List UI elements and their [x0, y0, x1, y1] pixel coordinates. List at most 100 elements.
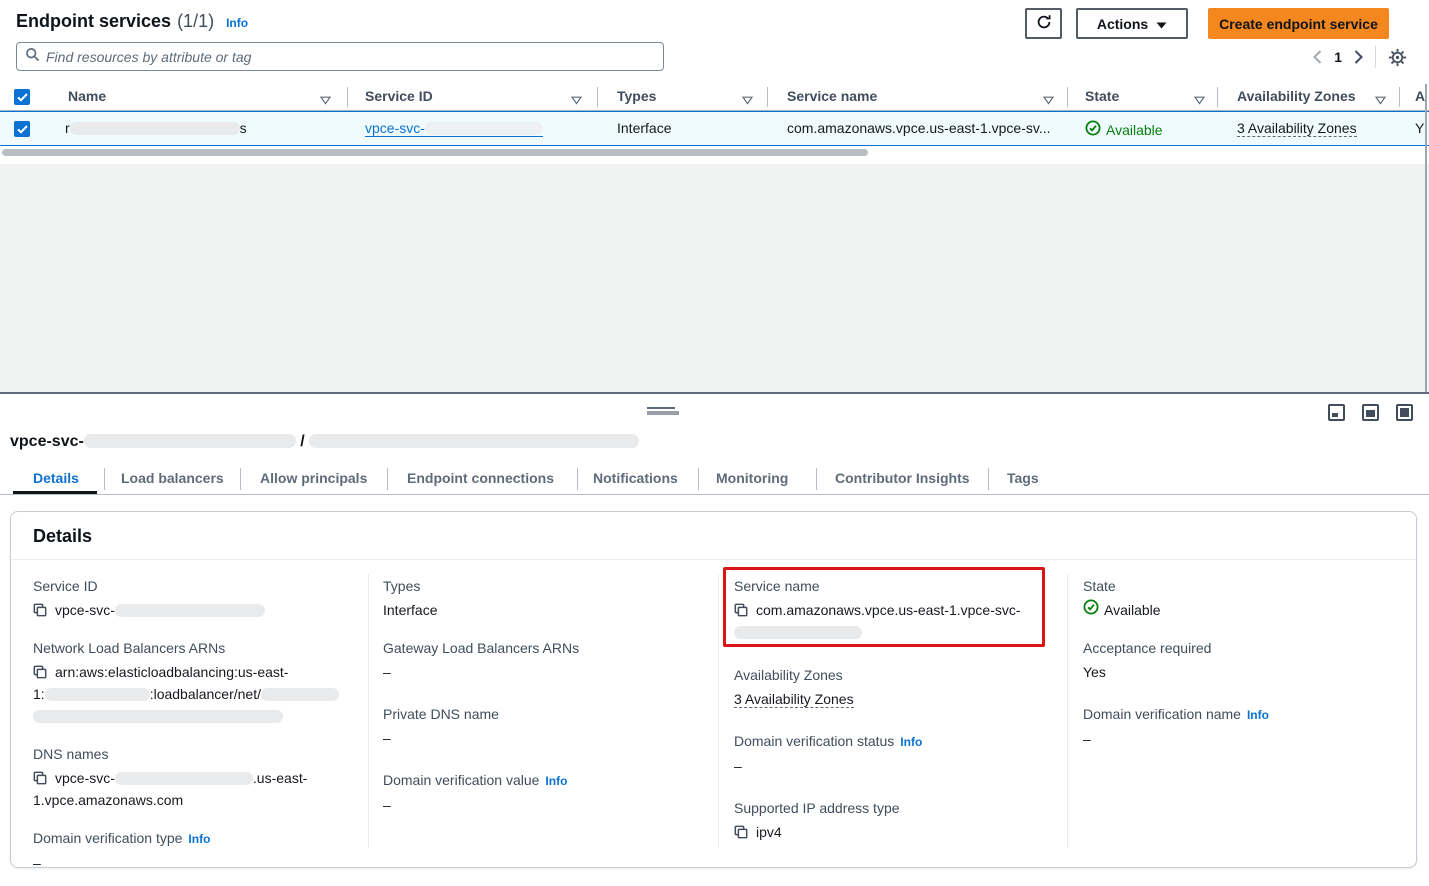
sort-icon-service-id[interactable] [571, 92, 582, 110]
field-value: com.amazonaws.vpce.us-east-1.vpce-svc- [756, 602, 1021, 618]
availability-zones-popover[interactable]: 3 Availability Zones [1237, 120, 1357, 137]
column-divider [1067, 87, 1068, 107]
caret-down-icon [1156, 16, 1167, 32]
field-dns-names: DNS names vpce-svc-.us-east- 1.vpce.amaz… [33, 744, 358, 811]
copy-icon[interactable] [734, 825, 748, 839]
info-link[interactable]: Info [545, 774, 567, 788]
info-link[interactable]: Info [900, 735, 922, 749]
tab-contributor-insights[interactable]: Contributor Insights [835, 470, 970, 486]
field-domain-verification-value: Domain verification valueInfo – [383, 770, 708, 816]
copy-icon[interactable] [33, 603, 47, 617]
split-panel-title: vpce-svc- / [10, 433, 639, 451]
column-divider [347, 87, 348, 107]
redacted-text [45, 688, 150, 701]
tabs-bottom-hairline [0, 494, 1429, 495]
panel-title-separator: / [300, 433, 304, 450]
state-text: Available [1104, 599, 1161, 621]
tab-divider [387, 468, 388, 490]
service-id-prefix: vpce-svc- [365, 120, 425, 136]
sort-icon-name[interactable] [320, 92, 331, 110]
sort-icon-state[interactable] [1194, 92, 1205, 110]
field-label: Service name [734, 576, 1044, 596]
cell-availability-zones: 3 Availability Zones [1237, 120, 1357, 136]
row-checkbox[interactable] [14, 121, 30, 137]
field-domain-verification-type: Domain verification typeInfo – [33, 828, 358, 874]
cell-types: Interface [617, 120, 671, 136]
copy-icon[interactable] [734, 603, 748, 617]
tab-details[interactable]: Details [33, 470, 79, 486]
col-header-service-name[interactable]: Service name [787, 88, 877, 104]
tab-divider [988, 468, 989, 490]
panel-size-small-icon[interactable] [1328, 404, 1345, 421]
split-panel-drag-handle[interactable] [647, 407, 679, 415]
copy-icon[interactable] [33, 665, 47, 679]
panel-title-prefix: vpce-svc- [10, 433, 84, 450]
table-header-row: Name Service ID Types Service name State… [0, 84, 1429, 111]
field-value: Yes [1083, 661, 1408, 683]
field-label: Domain verification value [383, 772, 539, 788]
column-divider [597, 87, 598, 107]
resource-count: (1/1) [177, 11, 214, 32]
info-link[interactable]: Info [188, 832, 210, 846]
col-header-name[interactable]: Name [68, 88, 106, 104]
availability-zones-popover[interactable]: 3 Availability Zones [734, 691, 854, 708]
col-header-availability-zones[interactable]: Availability Zones [1237, 88, 1356, 104]
redacted-text [115, 604, 265, 617]
current-page-number[interactable]: 1 [1334, 49, 1342, 65]
create-endpoint-service-button[interactable]: Create endpoint service [1208, 8, 1389, 39]
tab-monitoring[interactable]: Monitoring [716, 470, 788, 486]
service-id-link[interactable]: vpce-svc- [365, 120, 543, 137]
previous-page-icon[interactable] [1313, 50, 1322, 64]
cell-service-id: vpce-svc- [365, 120, 543, 136]
field-label: Domain verification type [33, 830, 182, 846]
field-glb-arns: Gateway Load Balancers ARNs – [383, 638, 708, 683]
table-settings-gear-icon[interactable] [1388, 48, 1407, 67]
redacted-text [115, 772, 253, 785]
tab-tags[interactable]: Tags [1007, 470, 1039, 486]
horizontal-scrollbar-thumb[interactable] [2, 149, 868, 156]
field-label: Domain verification status [734, 733, 894, 749]
cell-state: Available [1085, 120, 1163, 139]
column-divider [718, 574, 719, 848]
tab-divider [816, 468, 817, 490]
details-card-title: Details [11, 512, 1416, 560]
pagination: 1 [1313, 46, 1407, 68]
field-label: Service ID [33, 576, 358, 596]
sort-icon-types[interactable] [742, 92, 753, 110]
field-value: vpce-svc- [55, 602, 115, 618]
col-header-types[interactable]: Types [617, 88, 656, 104]
sort-icon-availability-zones[interactable] [1375, 92, 1386, 110]
cell-acceptance-truncated: Y [1415, 120, 1424, 136]
header-info-link[interactable]: Info [226, 16, 248, 30]
search-icon [25, 47, 40, 67]
search-input[interactable] [46, 49, 655, 65]
field-supported-ip: Supported IP address type ipv4 [734, 798, 1044, 843]
field-value: – [383, 727, 708, 749]
tab-load-balancers[interactable]: Load balancers [121, 470, 224, 486]
tab-notifications[interactable]: Notifications [593, 470, 678, 486]
panel-size-medium-icon[interactable] [1362, 404, 1379, 421]
split-panel-tabs: Details Load balancers Allow principals … [0, 466, 1429, 495]
table-row[interactable]: rs vpce-svc- Interface com.amazonaws.vpc… [0, 111, 1429, 146]
field-value: 1: [33, 686, 45, 702]
field-label: Availability Zones [734, 665, 1044, 685]
tab-divider [104, 468, 105, 490]
select-all-checkbox[interactable] [14, 89, 30, 105]
col-header-acceptance-truncated[interactable]: A [1415, 88, 1425, 104]
actions-label: Actions [1097, 16, 1148, 32]
tab-allow-principals[interactable]: Allow principals [260, 470, 367, 486]
col-header-state[interactable]: State [1085, 88, 1119, 104]
refresh-button[interactable] [1025, 8, 1062, 39]
tab-endpoint-connections[interactable]: Endpoint connections [407, 470, 554, 486]
sort-icon-service-name[interactable] [1043, 92, 1054, 110]
copy-icon[interactable] [33, 771, 47, 785]
panel-size-large-icon[interactable] [1396, 404, 1413, 421]
info-link[interactable]: Info [1247, 708, 1269, 722]
next-page-icon[interactable] [1354, 50, 1363, 64]
col-header-service-id[interactable]: Service ID [365, 88, 433, 104]
table-empty-area [0, 164, 1429, 392]
field-label: State [1083, 576, 1408, 596]
refresh-icon [1036, 14, 1052, 33]
actions-button[interactable]: Actions [1076, 8, 1188, 39]
vertical-scrollbar-track[interactable] [1425, 84, 1427, 392]
